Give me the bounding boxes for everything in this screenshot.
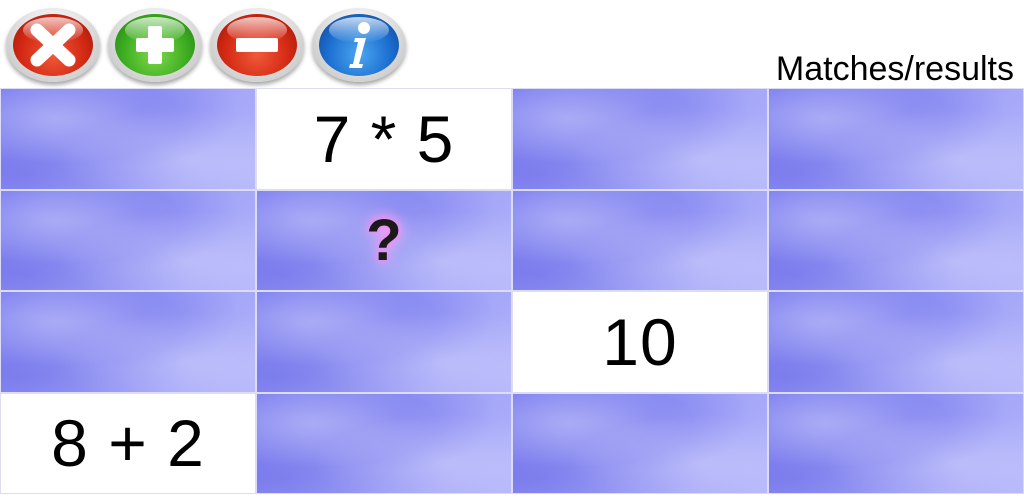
game-board: 7 * 5? 10 8 + 2: [0, 88, 1024, 494]
game-card[interactable]: [0, 88, 256, 190]
game-card[interactable]: [512, 88, 768, 190]
close-button[interactable]: [6, 8, 100, 82]
minus-icon: [217, 14, 297, 76]
game-card[interactable]: 10: [512, 291, 768, 393]
card-expression: 8 + 2: [51, 406, 205, 481]
game-card[interactable]: [512, 189, 768, 291]
game-card[interactable]: [768, 88, 1024, 190]
game-card[interactable]: [256, 392, 512, 494]
question-mark-icon: ?: [366, 207, 402, 273]
close-icon: [13, 14, 93, 76]
info-icon: [319, 14, 399, 76]
card-expression: 7 * 5: [313, 101, 455, 176]
game-card[interactable]: [768, 189, 1024, 291]
game-card[interactable]: ?: [256, 189, 512, 291]
game-card[interactable]: [768, 291, 1024, 393]
game-card[interactable]: [768, 392, 1024, 494]
add-button[interactable]: [108, 8, 202, 82]
game-card[interactable]: [256, 291, 512, 393]
game-card[interactable]: [512, 392, 768, 494]
game-card[interactable]: 8 + 2: [0, 392, 256, 494]
remove-button[interactable]: [210, 8, 304, 82]
plus-icon: [115, 14, 195, 76]
info-button[interactable]: [312, 8, 406, 82]
page-title: Matches/results: [775, 50, 1014, 88]
game-card[interactable]: [0, 189, 256, 291]
game-card[interactable]: [0, 291, 256, 393]
toolbar: Matches/results: [0, 0, 1024, 88]
card-expression: 10: [602, 304, 678, 379]
game-card[interactable]: 7 * 5: [256, 88, 512, 190]
